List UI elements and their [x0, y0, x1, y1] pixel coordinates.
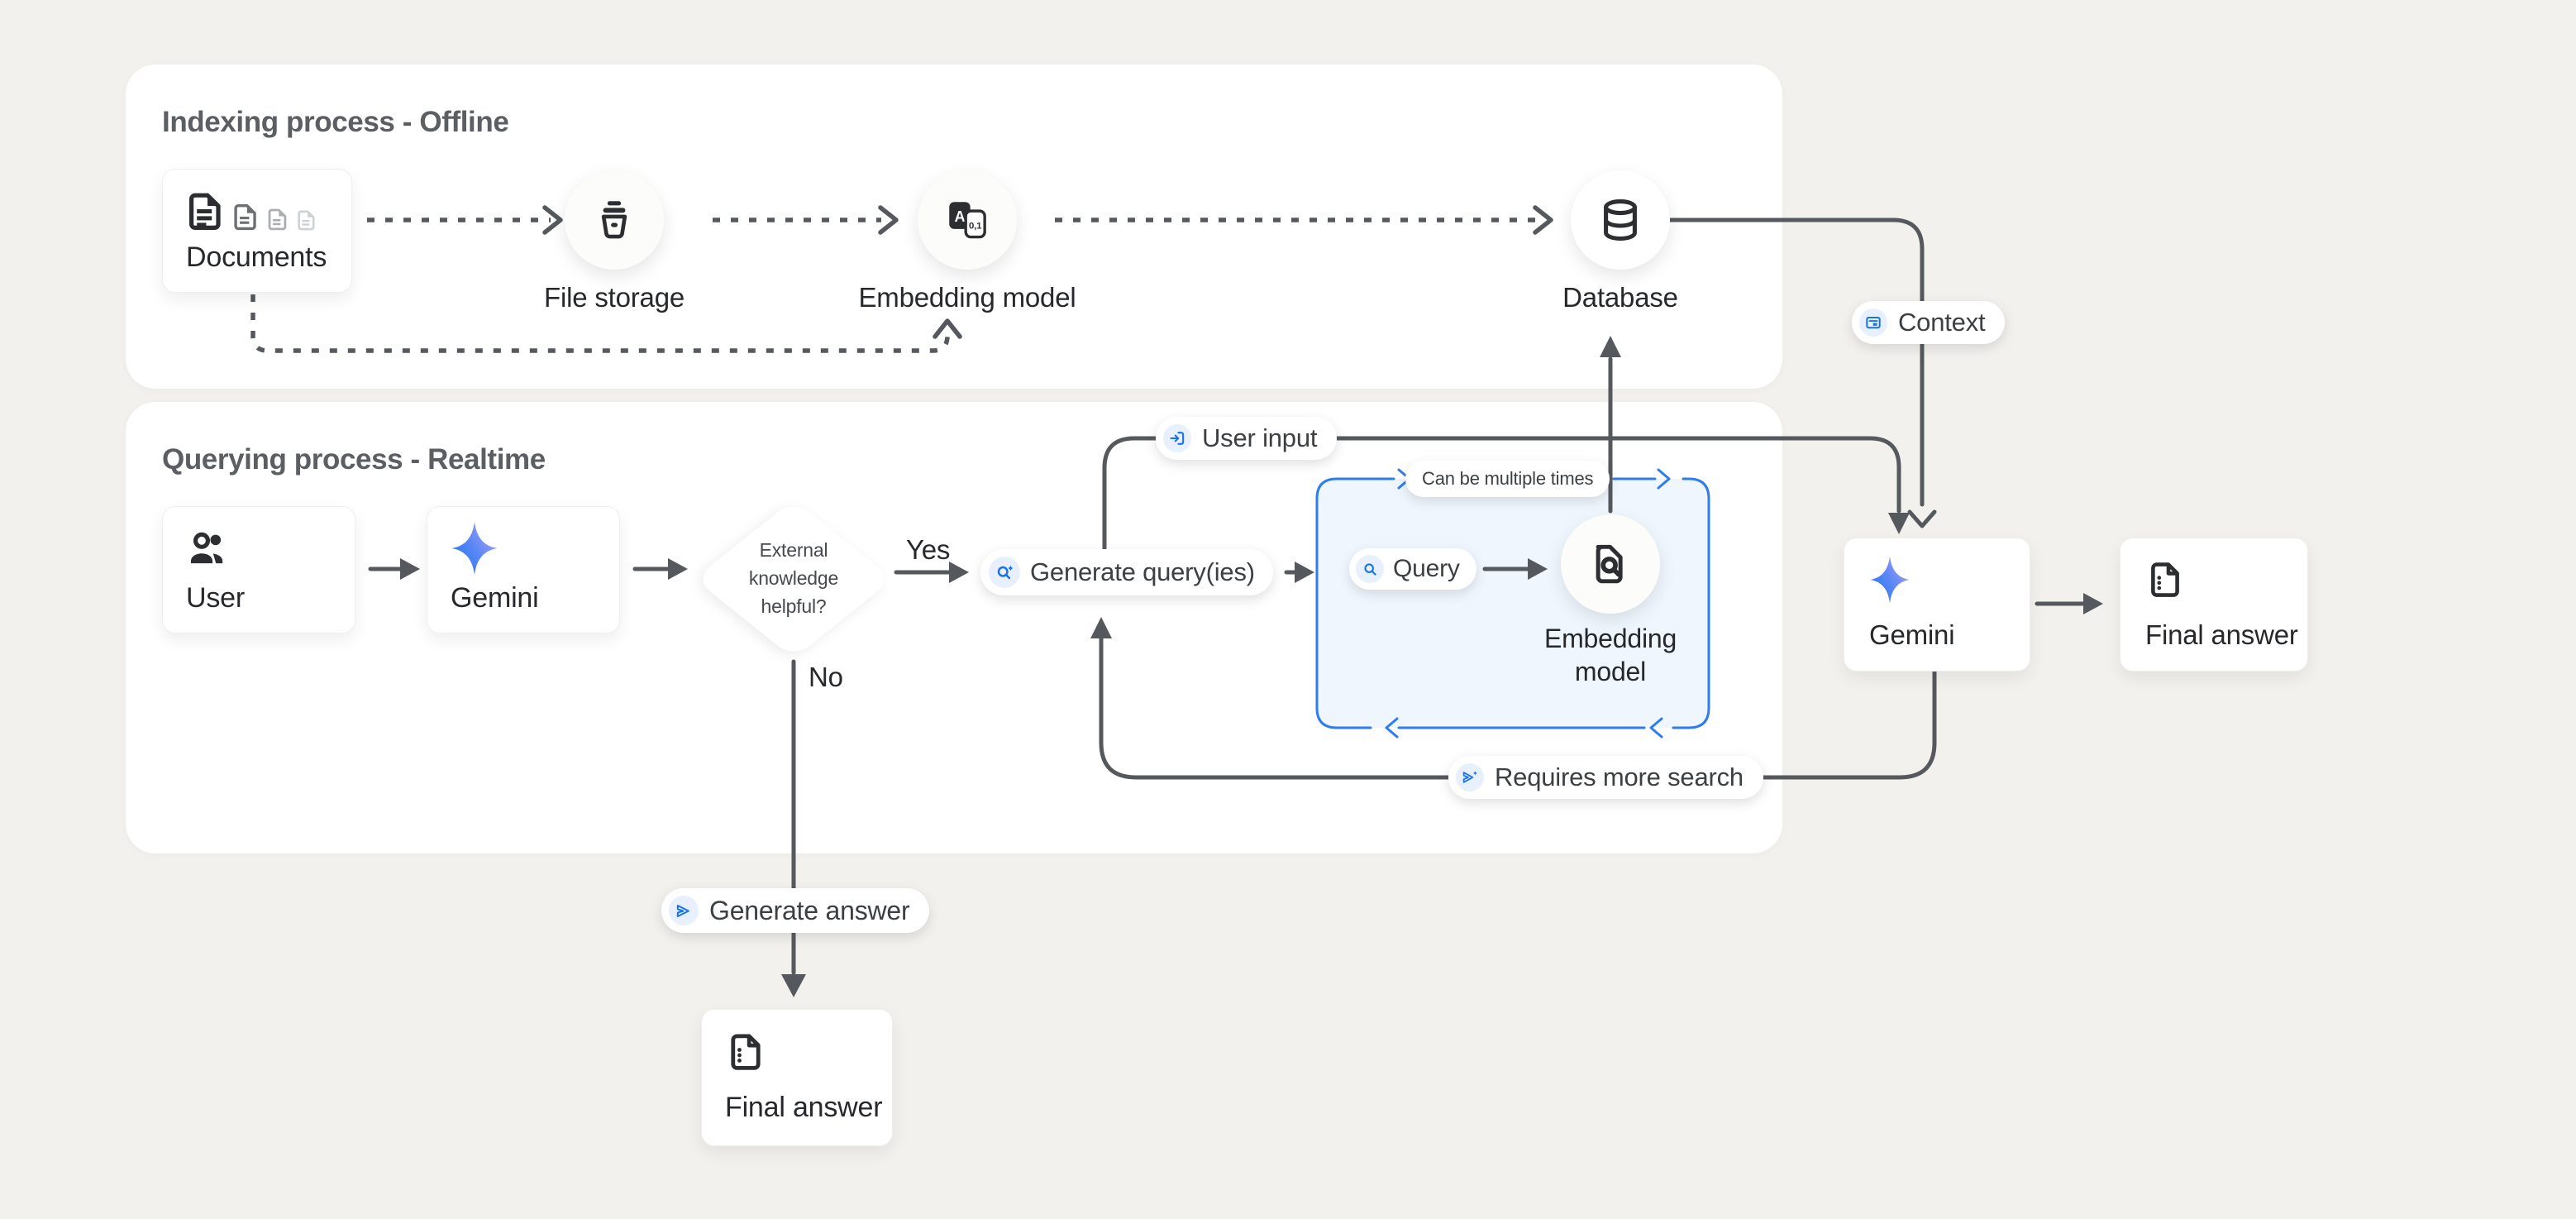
user-input-badge-label: User input: [1202, 423, 1317, 453]
database-label: Database: [1529, 281, 1711, 314]
requires-more-search-label: Requires more search: [1495, 762, 1744, 792]
generate-queries-node: Generate query(ies): [980, 549, 1273, 595]
document-stack-icon: [184, 191, 317, 231]
documents-label: Documents: [186, 241, 327, 274]
document-icon-primary: [184, 191, 224, 231]
final-answer-right-node: Final answer: [2120, 538, 2308, 672]
file-storage-label: File storage: [499, 281, 730, 314]
arrowhead-embedding: [880, 208, 896, 232]
gemini-final-label: Gemini: [1869, 619, 1954, 651]
article-icon: [1859, 308, 1887, 337]
yes-label: Yes: [906, 534, 950, 566]
gemini-final-node: Gemini: [1844, 538, 2030, 672]
diagram-canvas: Indexing process - Offline Querying proc…: [0, 0, 2576, 1219]
query-label: Query: [1393, 555, 1460, 583]
can-be-multiple-times-badge: Can be multiple times: [1405, 461, 1610, 497]
search-sparkle-icon: [989, 557, 1020, 588]
arrowhead-yes: [949, 562, 969, 583]
document-icon-faint: [295, 209, 317, 231]
arrowhead-requires-return: [1090, 617, 1112, 638]
svg-text:0,1: 0,1: [969, 221, 982, 231]
gemini-star-icon: [1869, 555, 1911, 605]
documents-node: Documents: [162, 169, 352, 293]
document-search-icon: [1588, 542, 1633, 586]
query-node: Query: [1349, 548, 1476, 590]
generate-answer-label: Generate answer: [709, 896, 909, 926]
user-input-badge: User input: [1156, 417, 1337, 460]
gemini-star-icon: [451, 520, 499, 576]
login-arrow-icon: [1163, 424, 1191, 452]
generate-queries-label: Generate query(ies): [1030, 557, 1255, 587]
querying-panel-title: Querying process - Realtime: [162, 443, 546, 476]
arrowhead-context-chevron: [1910, 512, 1934, 526]
send-icon: [669, 896, 699, 925]
embedding-model-query-node: [1561, 514, 1660, 614]
text-to-numbers-icon: A 0,1: [943, 198, 991, 242]
can-be-multiple-times-label: Can be multiple times: [1422, 468, 1593, 490]
storage-bucket-icon: [591, 197, 637, 243]
gemini-node: Gemini: [427, 506, 620, 633]
embedding-model-query-label: Embedding model: [1528, 622, 1693, 688]
arrowhead-loop-up: [935, 321, 960, 337]
edge-context: [1670, 220, 1922, 504]
requires-more-search-badge: Requires more search: [1448, 756, 1763, 799]
context-badge: Context: [1852, 301, 2005, 344]
user-label: User: [186, 582, 245, 614]
final-answer-bottom-label: Final answer: [725, 1092, 882, 1124]
arrowhead-no: [781, 974, 806, 997]
generate-answer-badge: Generate answer: [661, 888, 929, 933]
document-icon-secondary: [231, 203, 259, 231]
final-answer-right-label: Final answer: [2145, 619, 2298, 651]
final-answer-bottom-node: Final answer: [701, 1009, 893, 1146]
arrowhead-loopbox: [1295, 562, 1314, 583]
send-sparkle-icon: [1456, 763, 1484, 791]
loop-box-can-be-multiple-times: [1317, 470, 1709, 737]
arrowhead-database: [1535, 208, 1551, 232]
indexing-panel-title: Indexing process - Offline: [162, 106, 508, 139]
user-node: User: [162, 506, 355, 633]
context-badge-label: Context: [1898, 308, 1985, 337]
arrowhead-finalanswer-right: [2083, 593, 2103, 614]
decision-label: External knowledge helpful?: [732, 536, 855, 620]
arrowhead-filestorage: [545, 208, 561, 232]
database-cylinder-icon: [1596, 196, 1644, 244]
users-icon: [184, 527, 231, 573]
svg-text:A: A: [955, 208, 966, 225]
arrowhead-database-up: [1600, 336, 1621, 357]
gemini-label: Gemini: [451, 582, 539, 614]
arrowhead-decision: [668, 558, 688, 580]
embedding-model-offline-label: Embedding model: [835, 281, 1100, 314]
document-list-icon: [725, 1031, 766, 1073]
no-label: No: [809, 662, 843, 693]
document-list-icon: [2145, 560, 2185, 600]
database-node: [1571, 170, 1670, 270]
file-storage-node: [565, 170, 664, 270]
embedding-model-offline-node: A 0,1: [918, 170, 1017, 270]
document-icon-tertiary: [265, 208, 289, 231]
arrowhead-userinput-gemini: [1888, 513, 1910, 534]
arrowhead-gemini: [400, 558, 420, 580]
search-icon: [1356, 555, 1384, 583]
